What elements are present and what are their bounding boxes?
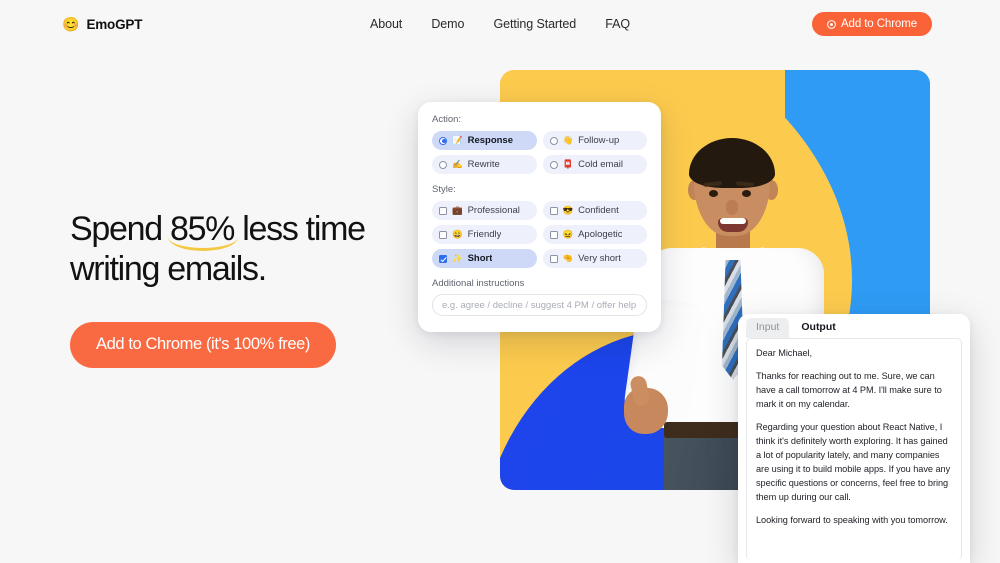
action-option-label: Response [467,135,513,146]
email-output-panel: Input Output Dear Michael, Thanks for re… [738,314,970,563]
action-group-label: Action: [432,114,462,125]
style-option-label: Professional [467,205,520,216]
smiling-face-emoji: 😊 [62,16,80,32]
style-option-confident[interactable]: 😎 Confident [542,201,647,220]
additional-instructions-input[interactable] [432,294,647,316]
nav-link-faq[interactable]: FAQ [605,17,630,31]
style-option-label: Short [467,253,493,264]
main-nav: About Demo Getting Started FAQ [370,17,630,31]
checkbox-icon[interactable] [439,254,447,263]
output-tab-bar: Input Output [738,314,970,338]
style-option-friendly[interactable]: 😄 Friendly [432,225,537,244]
person-eye-left [709,190,718,197]
style-option-label: Friendly [467,229,502,240]
output-paragraph: Regarding your question about React Nati… [756,421,951,502]
style-group-label: Style: [432,184,456,195]
output-paragraph: Looking forward to speaking with you tom… [756,514,948,525]
sparkles-emoji: ✨ [452,253,463,264]
action-option-label: Rewrite [467,159,500,170]
person-teeth [720,218,746,224]
nav-link-demo[interactable]: Demo [431,17,464,31]
confounded-face-emoji: 😖 [562,229,574,240]
checkbox-icon[interactable] [549,230,558,239]
checkbox-icon[interactable] [549,254,558,263]
style-option-short[interactable]: ✨ Short [432,249,537,268]
sunglasses-emoji: 😎 [562,205,574,216]
radio-icon[interactable] [549,160,558,169]
checkbox-icon[interactable] [439,230,447,239]
radio-icon[interactable] [549,136,558,145]
tab-output[interactable]: Output [791,318,846,338]
output-text-area[interactable]: Dear Michael, Thanks for reaching out to… [746,338,962,560]
grinning-face-emoji: 😄 [452,229,463,240]
person-mouth [718,218,748,232]
writing-hand-emoji: ✍️ [452,159,463,170]
action-option-label: Follow-up [578,135,620,146]
action-option-follow-up[interactable]: 👋 Follow-up [542,131,647,150]
header-add-to-chrome-button[interactable]: Add to Chrome [811,12,932,36]
pinching-hand-emoji: 🤏 [562,253,574,264]
style-option-very-short[interactable]: 🤏 Very short [542,249,647,268]
nav-link-getting-started[interactable]: Getting Started [494,17,577,31]
person-eye-right [742,190,751,197]
additional-instructions-label: Additional instructions [432,278,525,289]
tab-input[interactable]: Input [746,318,790,338]
output-paragraph: Dear Michael, [756,348,813,358]
briefcase-emoji: 💼 [452,205,463,216]
style-options-grid: 💼 Professional 😎 Confident 😄 Friendly 😖 … [432,201,647,268]
chrome-icon [827,19,836,29]
headline-text-start: Spend [70,210,170,248]
action-option-cold-email[interactable]: 📮 Cold email [542,155,647,174]
style-option-label: Apologetic [578,229,623,240]
postbox-emoji: 📮 [562,159,574,170]
style-option-label: Very short [578,253,621,264]
action-option-response[interactable]: 📝 Response [432,131,537,150]
style-option-label: Confident [578,205,619,216]
person-hair [689,138,775,188]
action-option-label: Cold email [578,159,623,170]
brand-name: EmoGPT [86,16,143,32]
action-option-rewrite[interactable]: ✍️ Rewrite [432,155,537,174]
checkbox-icon[interactable] [549,206,558,215]
nav-link-about[interactable]: About [370,17,402,31]
hero-add-to-chrome-button[interactable]: Add to Chrome (it's 100% free) [70,321,336,368]
action-options-grid: 📝 Response 👋 Follow-up ✍️ Rewrite 📮 Cold… [432,131,647,174]
memo-emoji: 📝 [452,135,463,146]
email-options-panel: Action: 📝 Response 👋 Follow-up ✍️ Rewrit… [418,102,661,332]
site-header: 😊 EmoGPT About Demo Getting Started FAQ … [0,0,1000,48]
brand-logo[interactable]: 😊 EmoGPT [62,17,142,32]
output-paragraph: Thanks for reaching out to me. Sure, we … [756,370,942,409]
person-nose [726,200,738,215]
waving-hand-emoji: 👋 [562,135,574,146]
style-option-professional[interactable]: 💼 Professional [432,201,537,220]
style-option-apologetic[interactable]: 😖 Apologetic [542,225,647,244]
header-cta-label: Add to Chrome [840,18,917,30]
checkbox-icon[interactable] [439,206,447,215]
headline-accent-85-percent: 85% [167,210,239,251]
radio-icon[interactable] [439,136,447,145]
radio-icon[interactable] [439,160,447,169]
